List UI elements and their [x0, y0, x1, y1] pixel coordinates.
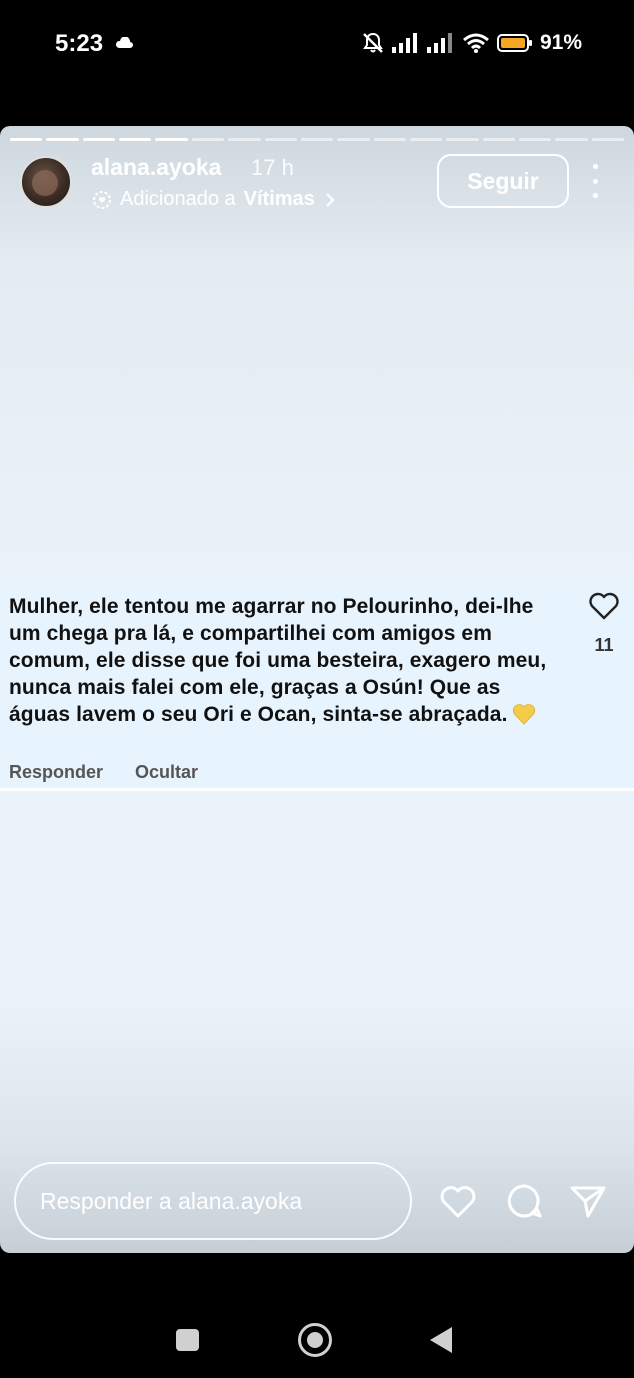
comment-actions: Responder Ocultar — [9, 762, 198, 783]
progress-segment — [10, 138, 43, 141]
divider — [0, 788, 634, 791]
battery-icon — [496, 34, 532, 52]
cloud-icon — [116, 37, 133, 48]
like-heart-icon[interactable] — [588, 591, 620, 621]
status-bar: 5:23 91% — [0, 0, 634, 90]
comment-card: Mulher, ele tentou me agarrar no Pelouri… — [0, 588, 634, 788]
progress-segment — [191, 138, 225, 141]
signal-icon — [391, 33, 417, 53]
highlight-icon — [93, 190, 111, 209]
story-viewer[interactable]: alana.ayoka 17 h Adicionado a Vítimas Se… — [0, 126, 634, 1253]
reply-placeholder: Responder a alana.ayoka — [40, 1187, 303, 1214]
back-button[interactable] — [430, 1327, 452, 1353]
progress-segment — [264, 138, 297, 141]
comment-icon[interactable] — [504, 1182, 544, 1220]
progress-segment — [555, 138, 588, 141]
heart-icon[interactable] — [438, 1182, 478, 1220]
reply-link[interactable]: Responder — [9, 762, 103, 783]
progress-segment — [337, 138, 370, 141]
wifi-icon — [463, 33, 489, 53]
reply-input[interactable]: Responder a alana.ayoka — [14, 1162, 412, 1240]
clock: 5:23 — [55, 30, 104, 57]
status-icons: 91% — [361, 31, 582, 55]
progress-segment — [446, 138, 479, 141]
progress-segment — [46, 138, 79, 141]
recents-button[interactable] — [176, 1329, 199, 1351]
progress-segment — [228, 138, 261, 141]
like-count: 11 — [594, 635, 614, 655]
progress-segment — [409, 138, 443, 141]
mute-icon — [363, 32, 383, 53]
progress-segment — [591, 138, 625, 141]
progress-segment — [373, 138, 406, 141]
chevron-right-icon — [326, 192, 335, 207]
avatar[interactable] — [20, 156, 72, 208]
story-progress-bar — [10, 138, 625, 142]
progress-segment — [119, 138, 152, 141]
progress-segment — [482, 138, 516, 141]
added-prefix: Adicionado a — [120, 188, 236, 210]
highlight-name: Vítimas — [243, 188, 315, 210]
comment-text: Mulher, ele tentou me agarrar no Pelouri… — [9, 595, 547, 726]
progress-segment — [82, 138, 116, 141]
more-options-icon[interactable] — [585, 164, 605, 198]
comment-body: Mulher, ele tentou me agarrar no Pelouri… — [9, 593, 549, 728]
progress-segment — [300, 138, 334, 141]
progress-segment — [519, 138, 552, 141]
story-username[interactable]: alana.ayoka — [91, 154, 221, 181]
added-to-highlight[interactable]: Adicionado a Vítimas — [92, 188, 337, 211]
yellow-heart-emoji-icon — [512, 704, 535, 725]
story-age: 17 h — [251, 155, 294, 180]
signal-icon — [426, 33, 452, 53]
follow-button[interactable]: Seguir — [437, 154, 569, 208]
home-button[interactable] — [298, 1323, 332, 1357]
send-icon[interactable] — [568, 1182, 608, 1220]
hide-link[interactable]: Ocultar — [135, 762, 198, 783]
battery-percent: 91% — [539, 31, 582, 54]
system-nav-bar — [0, 1300, 634, 1378]
progress-segment — [155, 138, 188, 141]
